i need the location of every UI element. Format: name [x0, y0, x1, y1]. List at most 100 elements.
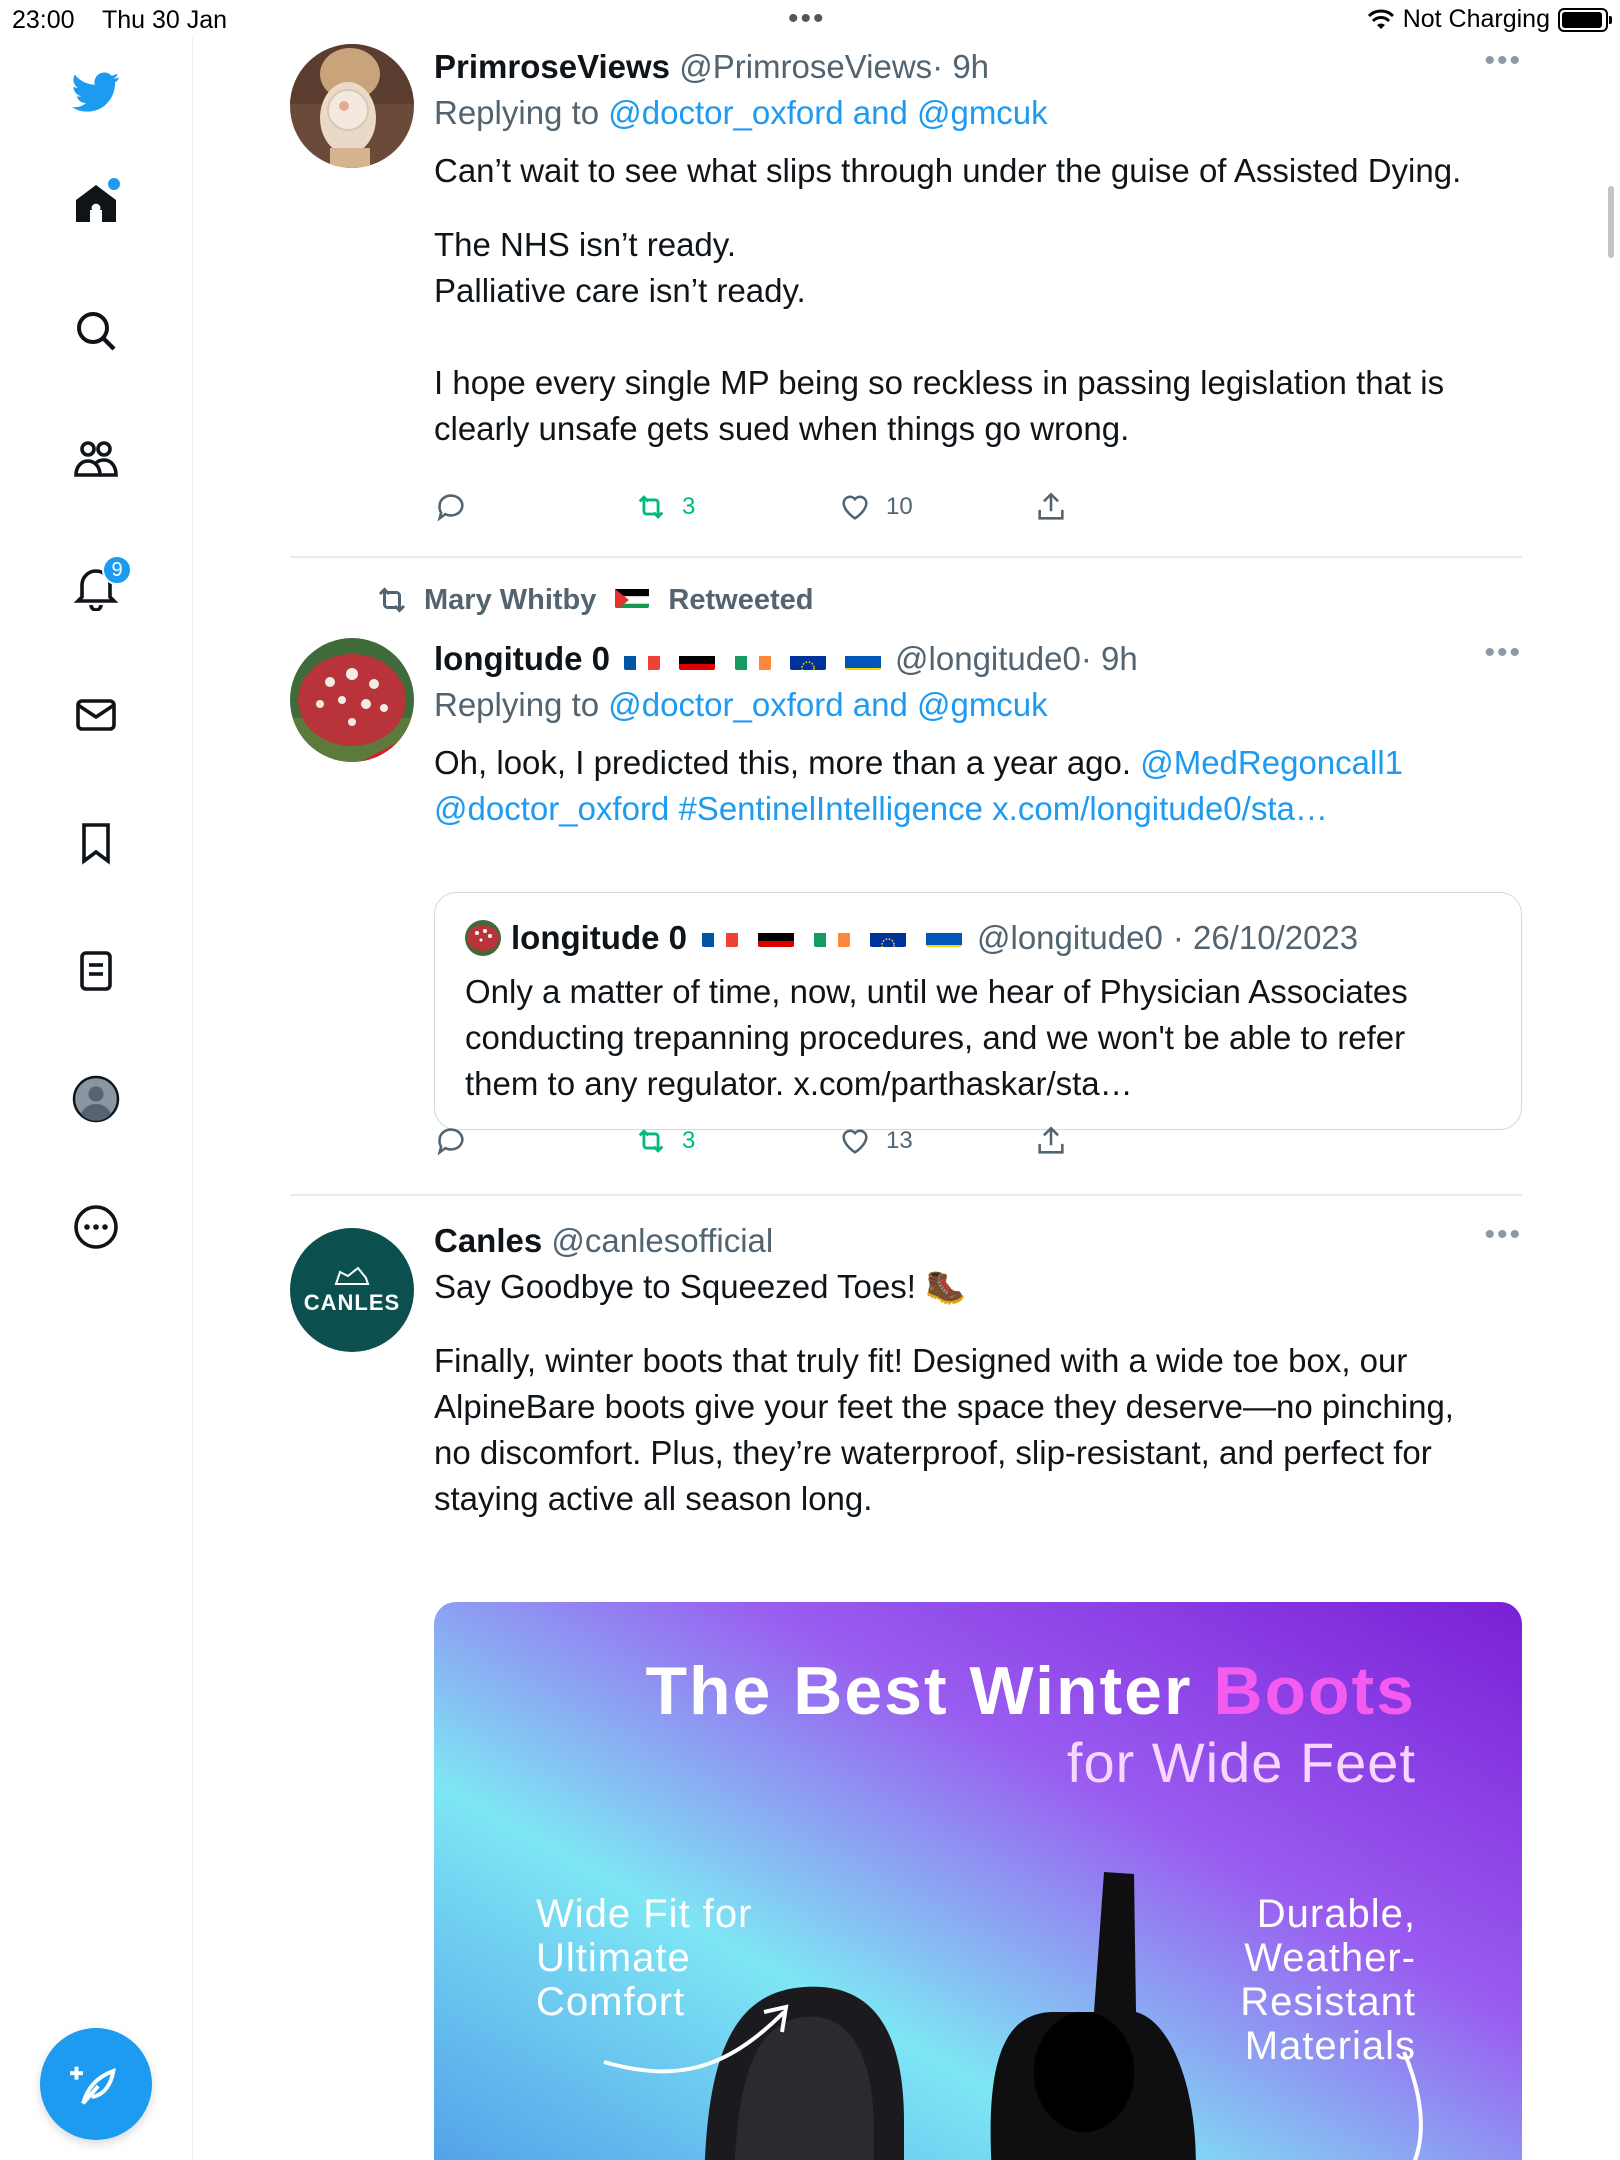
compose-feather-icon	[70, 2066, 116, 2105]
like-button[interactable]: 10	[838, 490, 913, 524]
ad-title-white: The Best Winter	[645, 1653, 1214, 1729]
retweet-icon	[638, 1129, 664, 1153]
quoted-author-name: longitude 0	[511, 919, 687, 956]
ukraine-flag-icon	[926, 923, 962, 947]
eu-flag-icon	[789, 646, 826, 671]
like-button[interactable]: 13	[838, 1124, 913, 1158]
tweet-divider	[290, 556, 1522, 558]
home-unread-dot	[108, 178, 120, 190]
tweet-body-line: I hope every single MP being so reckless…	[434, 364, 1445, 401]
tweet-more-icon[interactable]: •••	[1484, 636, 1522, 670]
retweet-icon	[638, 495, 664, 519]
quoted-tweet[interactable]: longitude 0 @longitude0 · 26/10/2023 Only…	[434, 892, 1522, 1130]
status-bar: 23:00 Thu 30 Jan ••• Not Charging	[0, 0, 1620, 38]
tweet-header: PrimroseViews @PrimroseViews· 9h	[434, 44, 1522, 90]
author-name[interactable]: Canles	[434, 1222, 542, 1259]
replying-to-line: Replying to @doctor_oxford and @gmcuk	[434, 90, 1522, 136]
share-button[interactable]	[1034, 490, 1068, 524]
compose-tweet-button[interactable]	[40, 2028, 152, 2140]
ad-right-line: Materials	[1244, 2024, 1416, 2068]
replying-to-mentions[interactable]: @doctor_oxford and @gmcuk	[608, 686, 1047, 723]
tweet-more-icon[interactable]: •••	[1484, 44, 1522, 78]
retweeted-by-line[interactable]: Mary Whitby Retweeted	[374, 582, 813, 618]
quoted-tweet-body: Only a matter of time, now, until we hea…	[465, 969, 1491, 1107]
search-icon[interactable]	[64, 299, 128, 363]
wifi-icon	[1367, 9, 1394, 29]
germany-flag-icon	[758, 923, 794, 947]
tweet-actions: 3 10	[434, 490, 1134, 530]
tweet-body-line: Can’t wait to see what slips through und…	[434, 152, 1462, 189]
replying-to-mentions[interactable]: @doctor_oxford and @gmcuk	[608, 94, 1047, 131]
status-time: 23:00	[12, 6, 75, 34]
profile-avatar-icon[interactable]	[64, 1067, 128, 1131]
heart-icon	[842, 1129, 868, 1154]
tweet-links-line[interactable]: @doctor_oxford #SentinelIntelligence x.c…	[434, 786, 1522, 832]
replying-to-line: Replying to @doctor_oxford and @gmcuk	[434, 682, 1522, 728]
status-right: Not Charging	[1367, 5, 1612, 34]
author-handle[interactable]: @longitude0	[895, 640, 1081, 677]
reply-button[interactable]	[434, 490, 468, 524]
retweet-small-icon	[378, 587, 406, 613]
heart-icon	[842, 495, 868, 520]
tweet-time[interactable]: · 9h	[1081, 640, 1138, 677]
author-handle[interactable]: @PrimroseViews	[679, 48, 932, 85]
author-name[interactable]: longitude 0	[434, 640, 610, 677]
tweet-content: Canles @canlesofficial Say Goodbye to Sq…	[434, 1218, 1522, 1522]
reply-icon	[437, 1128, 464, 1156]
avatar-primroseviews[interactable]	[290, 44, 414, 168]
ad-left-line: Wide Fit for	[536, 1892, 753, 1936]
sidebar: 9	[0, 38, 193, 2160]
ad-right-line: Weather-	[1244, 1936, 1416, 1980]
share-button[interactable]	[1034, 1124, 1068, 1158]
retweet-button[interactable]: 3	[634, 1124, 695, 1158]
author-name[interactable]: PrimroseViews	[434, 48, 670, 85]
quoted-body-line: them to any regulator. x.com/parthaskar/…	[465, 1065, 1133, 1102]
author-handle[interactable]: @canlesofficial	[551, 1222, 773, 1259]
shoe-logo-icon	[334, 1266, 370, 1285]
ad-left-line: Ultimate	[536, 1936, 691, 1980]
twitter-logo-icon[interactable]	[64, 60, 128, 124]
ad-right-text: Durable, Weather- Resistant Materials	[1240, 1892, 1416, 2068]
retweeted-by-name: Mary Whitby	[424, 583, 597, 616]
ad-left-text: Wide Fit for Ultimate Comfort	[536, 1892, 752, 2024]
reply-icon	[437, 494, 464, 522]
tweet-body-line: The NHS isn’t ready.	[434, 226, 736, 263]
france-flag-icon	[624, 646, 661, 671]
notifications-icon[interactable]: 9	[64, 555, 132, 619]
tweet-more-icon[interactable]: •••	[1484, 1218, 1522, 1252]
scrollbar[interactable]	[1608, 186, 1614, 258]
multitasking-dots-icon[interactable]: •••	[788, 2, 826, 36]
more-options-icon[interactable]	[64, 1195, 128, 1259]
mention-link[interactable]: @MedRegoncall1	[1140, 744, 1403, 781]
notifications-badge: 9	[102, 555, 132, 585]
ireland-flag-icon	[814, 923, 850, 947]
bookmarks-icon[interactable]	[64, 811, 128, 875]
share-icon	[1038, 1126, 1064, 1154]
tweet-header: Canles @canlesofficial	[434, 1218, 1522, 1264]
home-icon[interactable]	[64, 172, 128, 236]
messages-icon[interactable]	[64, 683, 128, 747]
tweet-header: longitude 0 @longitude0· 9h	[434, 636, 1522, 682]
tweet-body-text: Oh, look, I predicted this, more than a …	[434, 744, 1141, 781]
tweet-body-line: Finally, winter boots that truly fit! De…	[434, 1342, 1408, 1379]
canles-avatar-text: CANLES	[303, 1290, 401, 1315]
like-count: 13	[886, 1127, 913, 1154]
avatar-canles[interactable]: CANLES	[290, 1228, 414, 1352]
like-count: 10	[886, 493, 913, 520]
ad-image[interactable]: The Best Winter Boots for Wide Feet Wide…	[434, 1602, 1522, 2160]
reply-button[interactable]	[434, 1124, 468, 1158]
communities-icon[interactable]	[64, 427, 128, 491]
share-icon	[1038, 492, 1064, 520]
retweet-button[interactable]: 3	[634, 490, 695, 524]
tweet-body-line: AlpineBare boots give your feet the spac…	[434, 1388, 1454, 1425]
tweet-time[interactable]: · 9h	[932, 48, 989, 85]
tweet-body: Finally, winter boots that truly fit! De…	[434, 1338, 1522, 1522]
quoted-tweet-header: longitude 0 @longitude0 · 26/10/2023	[465, 915, 1491, 961]
tweet-body: Oh, look, I predicted this, more than a …	[434, 740, 1522, 832]
tweet-actions: 3 13	[434, 1124, 1134, 1164]
palestine-flag-icon	[615, 586, 650, 608]
avatar-longitude0[interactable]	[290, 638, 414, 762]
lists-icon[interactable]	[64, 939, 128, 1003]
